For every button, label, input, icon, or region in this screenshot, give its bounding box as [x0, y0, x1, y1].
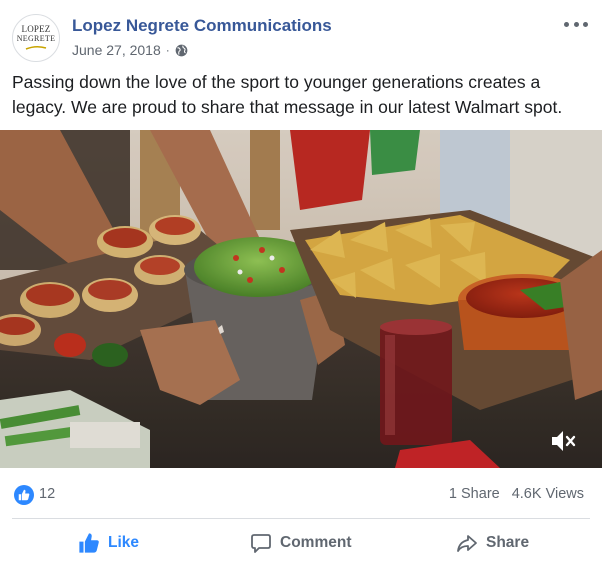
logo-line-1: LOPEZ: [21, 24, 51, 34]
dot-icon: [564, 21, 569, 27]
view-count[interactable]: 4.6K Views: [512, 486, 584, 502]
page-name-link[interactable]: Lopez Negrete Communications: [72, 16, 332, 36]
logo-swoosh-icon: [25, 45, 47, 50]
speaker-muted-icon[interactable]: [548, 428, 578, 454]
share-arrow-icon: [457, 535, 477, 552]
video-frame: [0, 130, 602, 468]
share-label: Share: [486, 534, 530, 551]
logo-line-2: NEGRETE: [16, 34, 56, 43]
like-label: Like: [108, 534, 140, 551]
post-text: Passing down the love of the sport to yo…: [12, 72, 563, 117]
facebook-post: LOPEZ NEGRETE Lopez Negrete Communicatio…: [0, 0, 602, 570]
thumbs-up-icon: [79, 533, 99, 553]
dot-icon: [573, 21, 579, 27]
thumbs-up-icon[interactable]: [14, 485, 34, 505]
post-stats: 12 1 Share 4.6K Views: [0, 470, 602, 516]
dot-icon: [583, 21, 588, 27]
video-player[interactable]: [0, 130, 602, 468]
page-avatar[interactable]: LOPEZ NEGRETE: [12, 14, 60, 62]
meta-separator: ·: [165, 43, 170, 57]
comment-label: Comment: [280, 534, 352, 551]
post-header: LOPEZ NEGRETE Lopez Negrete Communicatio…: [0, 0, 602, 68]
comment-bubble-icon: [251, 534, 271, 553]
globe-icon[interactable]: [175, 44, 188, 57]
thumbs-up-glyph-icon: [18, 489, 30, 501]
share-button[interactable]: Share: [456, 526, 529, 560]
share-view-stats: 1 Share 4.6K Views: [449, 486, 584, 502]
like-button[interactable]: Like: [78, 526, 139, 560]
post-date-link[interactable]: June 27, 2018: [72, 42, 161, 58]
divider: [12, 518, 590, 519]
action-bar: Like Comment Share: [0, 520, 602, 566]
share-count[interactable]: 1 Share: [449, 486, 500, 502]
reaction-count[interactable]: 12: [39, 486, 55, 502]
comment-button[interactable]: Comment: [250, 526, 351, 560]
post-meta: June 27, 2018 ·: [72, 42, 188, 58]
more-options-button[interactable]: [564, 16, 588, 32]
